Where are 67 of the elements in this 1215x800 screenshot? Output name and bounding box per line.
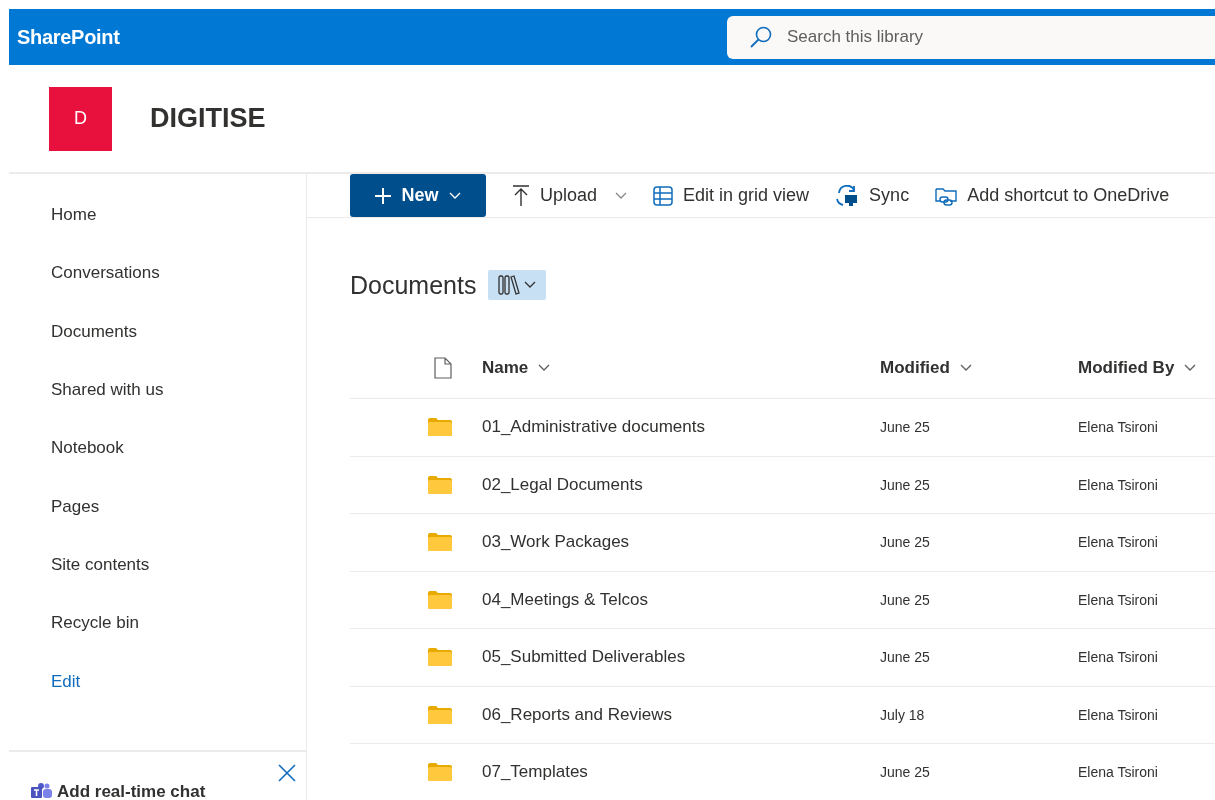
file-name-link[interactable]: 03_Work Packages bbox=[482, 532, 630, 552]
folder-icon bbox=[428, 648, 452, 667]
column-header[interactable]: Modified By bbox=[1078, 358, 1197, 378]
folder-link-icon bbox=[935, 185, 958, 206]
chevron-down-icon bbox=[448, 191, 461, 200]
folder-icon bbox=[428, 590, 452, 609]
chevron-down-icon bbox=[1184, 364, 1197, 372]
file-type-icon bbox=[434, 357, 452, 379]
column-header[interactable]: Name bbox=[482, 358, 551, 378]
plus-icon bbox=[375, 187, 392, 204]
modified-date: June 25 bbox=[880, 591, 930, 608]
search-field[interactable]: Search this library bbox=[727, 15, 1215, 59]
toolbar-button[interactable]: Edit in grid view bbox=[653, 185, 810, 206]
modified-by: Elena Tsironi bbox=[1078, 649, 1158, 666]
folder-icon bbox=[428, 533, 452, 552]
nav-item[interactable]: Site contents bbox=[9, 535, 306, 595]
edit-link[interactable]: Edit bbox=[9, 652, 306, 711]
modified-date: June 25 bbox=[880, 476, 930, 493]
file-name-link[interactable]: 07_Templates bbox=[482, 762, 588, 782]
nav-item[interactable]: Recycle bin bbox=[9, 594, 306, 653]
chevron-down-icon bbox=[538, 364, 551, 372]
close-icon[interactable] bbox=[278, 764, 296, 782]
modified-by: Elena Tsironi bbox=[1078, 419, 1158, 436]
nav-item[interactable]: Shared with us bbox=[9, 360, 306, 420]
column-header[interactable]: Modified bbox=[880, 358, 972, 378]
modified-by: Elena Tsironi bbox=[1078, 706, 1158, 723]
file-name-link[interactable]: 01_Administrative documents bbox=[482, 417, 705, 437]
chevron-down-icon bbox=[615, 191, 628, 200]
file-name-link[interactable]: 04_Meetings & Telcos bbox=[482, 589, 648, 609]
nav-item[interactable]: Pages bbox=[9, 477, 306, 536]
chevron-down-icon bbox=[524, 281, 537, 289]
library-icon bbox=[498, 275, 521, 295]
site-title[interactable]: DIGITISE bbox=[150, 103, 266, 134]
nav-item[interactable]: Documents bbox=[9, 302, 306, 361]
file-name-link[interactable]: 05_Submitted Deliverables bbox=[482, 647, 686, 667]
folder-icon bbox=[428, 475, 452, 494]
new-button[interactable]: New bbox=[350, 174, 486, 217]
nav-item[interactable]: Conversations bbox=[9, 244, 306, 303]
toolbar-button[interactable]: Add shortcut to OneDrive bbox=[935, 185, 1170, 206]
toolbar-button[interactable]: Sync bbox=[835, 184, 910, 207]
view-switcher-button[interactable] bbox=[488, 270, 547, 300]
app-name[interactable]: SharePoint bbox=[17, 25, 717, 49]
nav-item[interactable]: Notebook bbox=[9, 419, 306, 478]
modified-date: June 25 bbox=[880, 649, 930, 666]
chat-label[interactable]: Add real-time chat bbox=[57, 782, 206, 800]
file-name-link[interactable]: 06_Reports and Reviews bbox=[482, 704, 672, 724]
toolbar-button[interactable]: Upload bbox=[512, 184, 628, 207]
modified-by: Elena Tsironi bbox=[1078, 534, 1158, 551]
modified-by: Elena Tsironi bbox=[1078, 591, 1158, 608]
modified-date: June 25 bbox=[880, 534, 930, 551]
search-icon bbox=[749, 25, 773, 49]
grid-icon bbox=[653, 185, 674, 206]
folder-icon bbox=[428, 705, 452, 724]
library-title: Documents bbox=[350, 270, 477, 300]
folder-icon bbox=[428, 763, 452, 782]
chevron-down-icon bbox=[959, 364, 972, 372]
sync-icon bbox=[835, 184, 860, 207]
modified-by: Elena Tsironi bbox=[1078, 764, 1158, 781]
upload-icon bbox=[512, 184, 530, 207]
folder-icon bbox=[428, 418, 452, 437]
modified-date: July 18 bbox=[880, 706, 925, 723]
file-name-link[interactable]: 02_Legal Documents bbox=[482, 474, 643, 494]
site-logo[interactable]: D bbox=[49, 86, 112, 151]
modified-date: June 25 bbox=[880, 419, 930, 436]
modified-by: Elena Tsironi bbox=[1078, 476, 1158, 493]
nav-item[interactable]: Home bbox=[9, 186, 306, 245]
modified-date: June 25 bbox=[880, 764, 930, 781]
